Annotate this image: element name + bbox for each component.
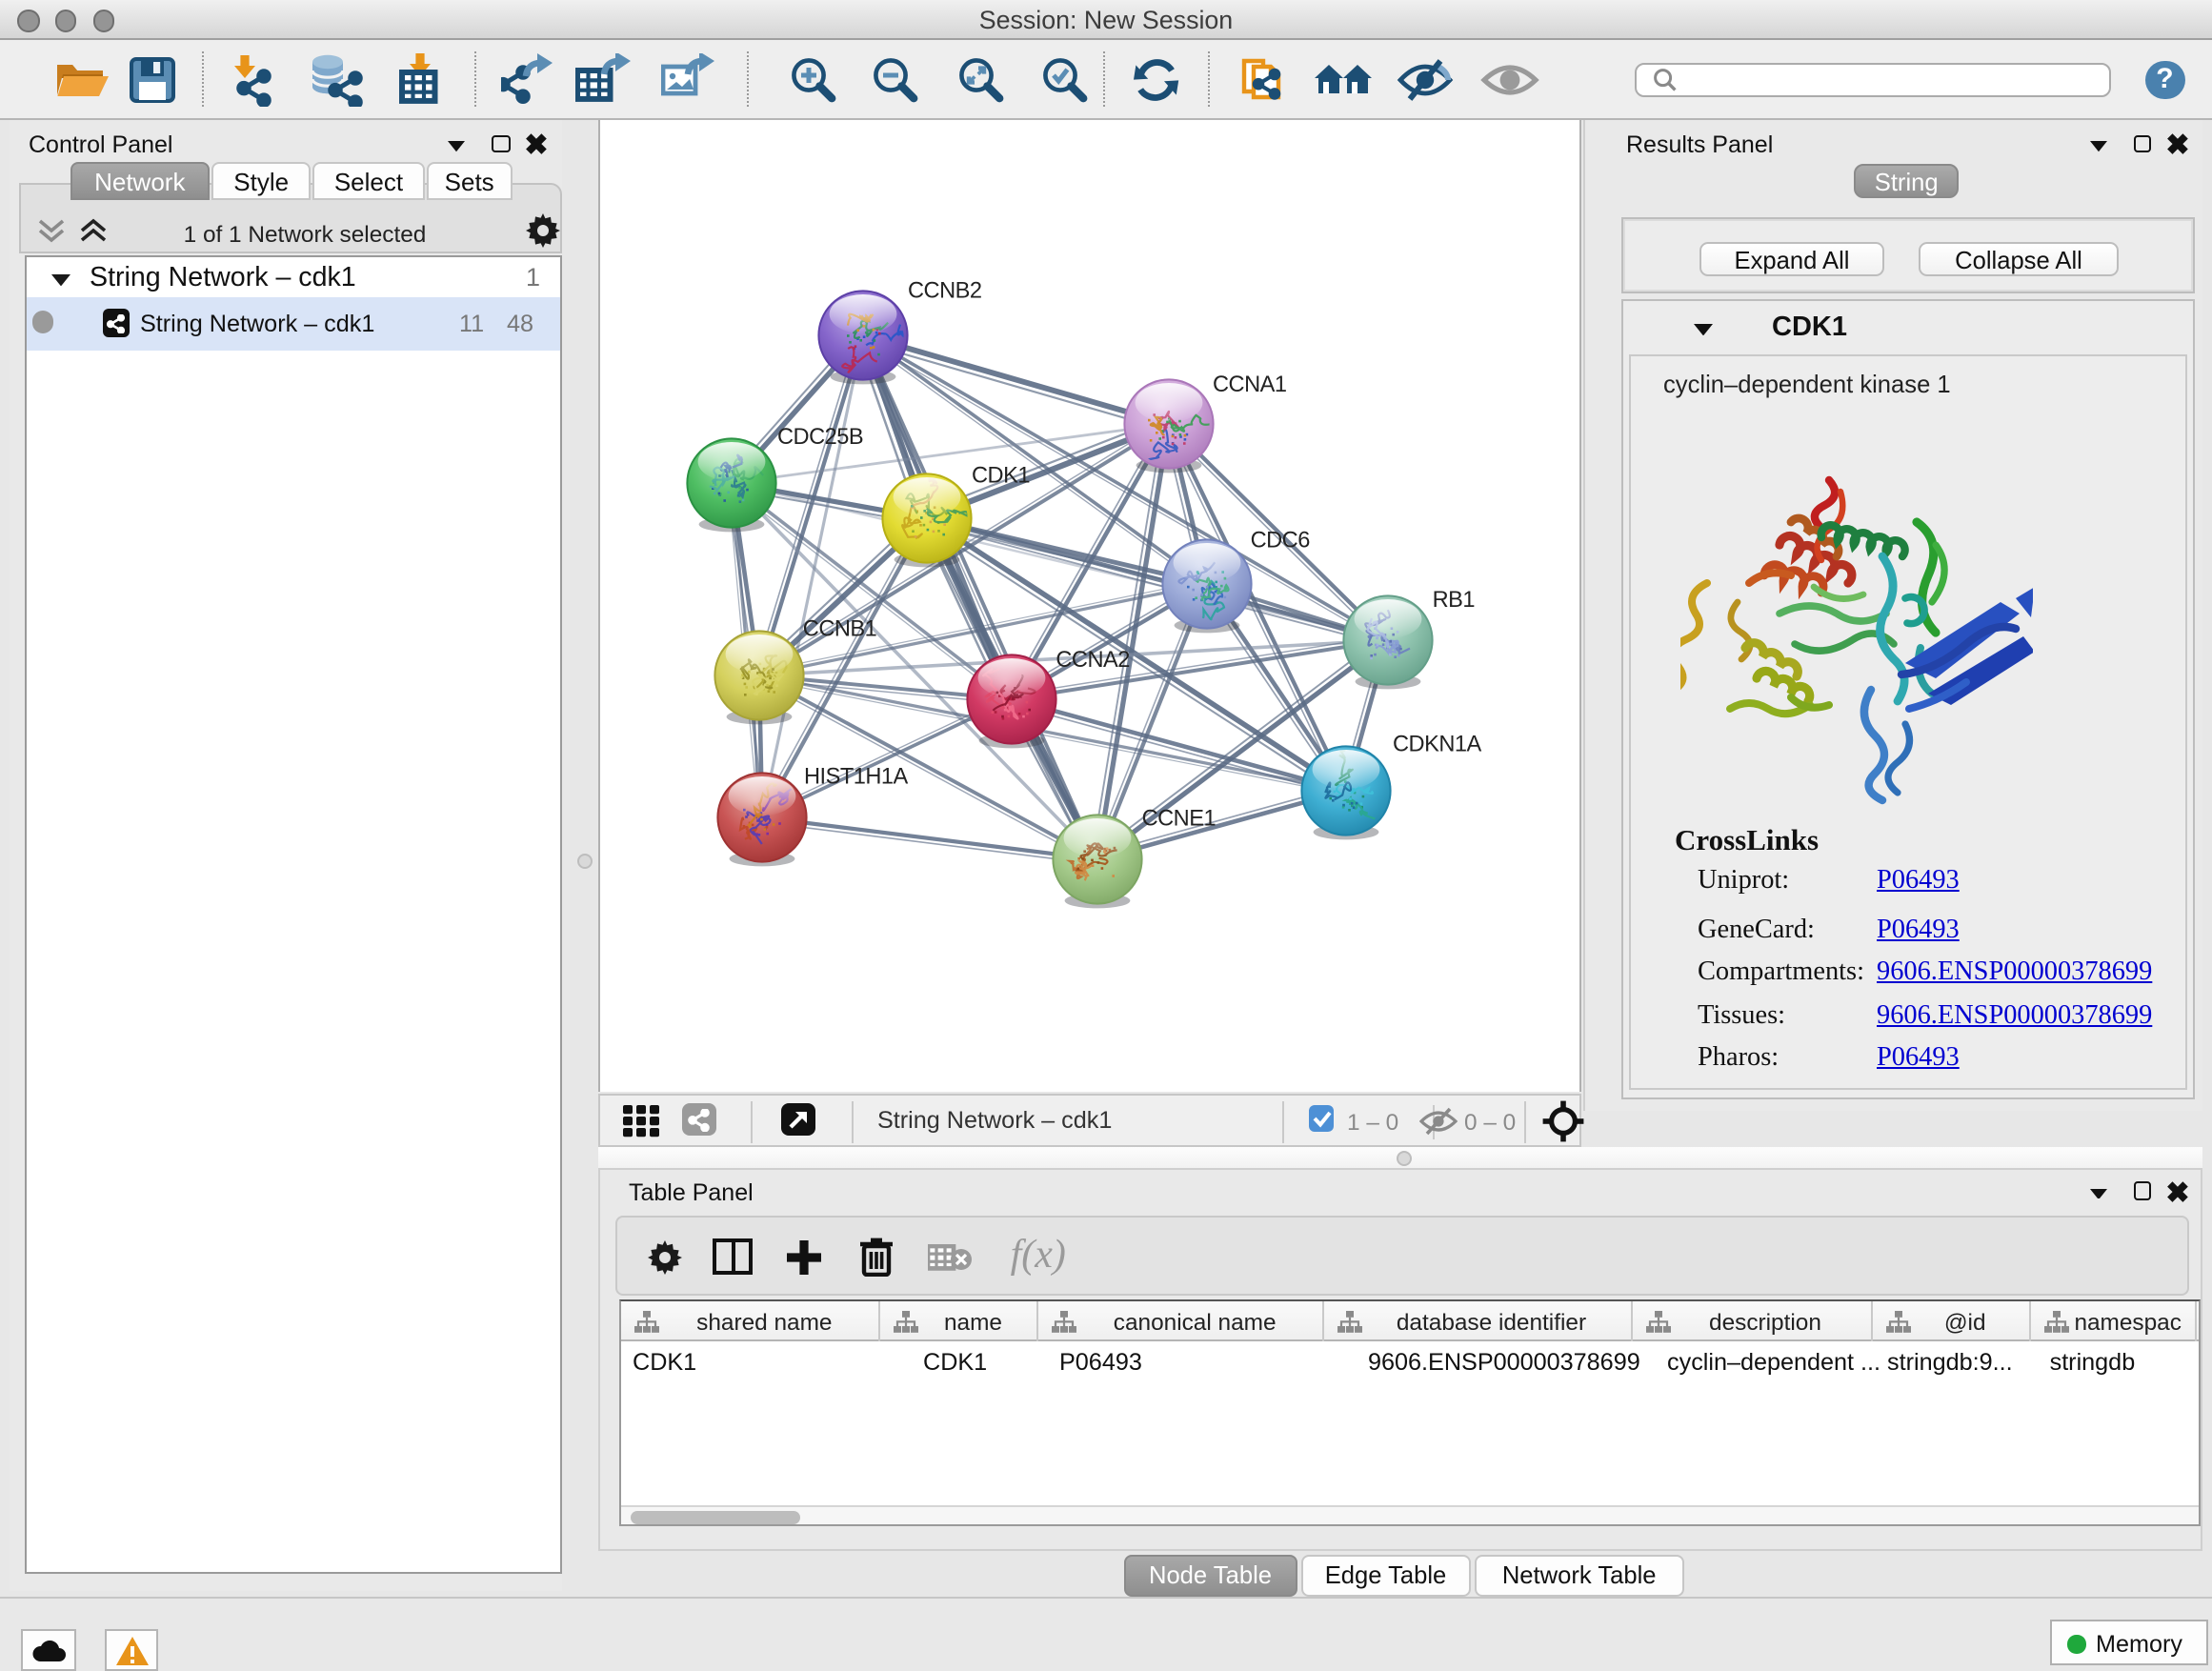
svg-text:CCNB2: CCNB2 bbox=[908, 278, 981, 303]
svg-text:CDC6: CDC6 bbox=[1251, 527, 1311, 552]
svg-text:CDK1: CDK1 bbox=[972, 463, 1030, 488]
svg-text:CDKN1A: CDKN1A bbox=[1393, 731, 1481, 755]
svg-text:HIST1H1A: HIST1H1A bbox=[804, 764, 909, 789]
svg-text:CCNA1: CCNA1 bbox=[1213, 372, 1286, 396]
svg-text:CCNA2: CCNA2 bbox=[1056, 647, 1129, 672]
svg-text:CDC25B: CDC25B bbox=[777, 424, 863, 449]
svg-text:RB1: RB1 bbox=[1433, 587, 1475, 612]
svg-text:CCNE1: CCNE1 bbox=[1142, 805, 1216, 830]
svg-text:CCNB1: CCNB1 bbox=[803, 615, 876, 640]
